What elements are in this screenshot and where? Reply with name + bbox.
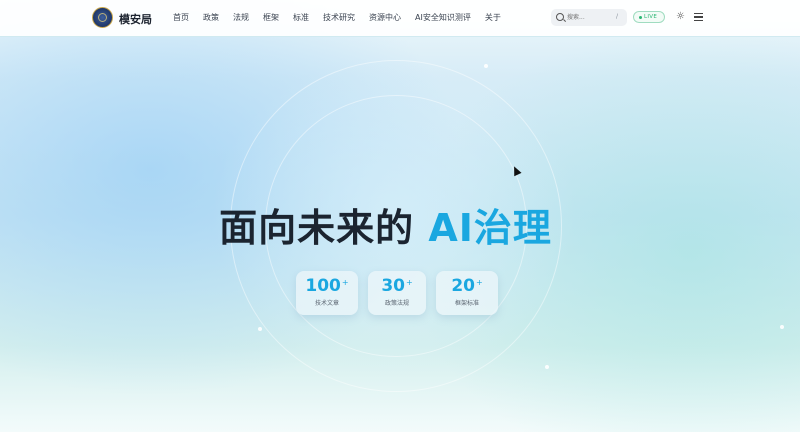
menu-icon[interactable]: [694, 13, 703, 21]
stat-value: 100: [305, 276, 341, 296]
nav-item-research[interactable]: 技术研究: [323, 12, 355, 23]
particle-dot: [484, 64, 488, 68]
live-badge[interactable]: LIVE: [633, 11, 665, 23]
stat-label: 技术文章: [314, 300, 339, 307]
stat-suffix: +: [405, 278, 413, 287]
logo-emblem-icon[interactable]: [92, 7, 113, 28]
main-nav: 首页 政策 法规 框架 标准 技术研究 资源中心 AI安全知识测评 关于: [173, 12, 501, 23]
nav-item-ai-quiz[interactable]: AI安全知识测评: [415, 12, 471, 23]
brand-name[interactable]: 模安局: [119, 11, 152, 27]
nav-item-regulations[interactable]: 法规: [233, 12, 249, 23]
hero-title: 面向未来的 AI治理: [0, 197, 771, 252]
hero-title-accent: AI治理: [428, 206, 552, 250]
stat-card-policies[interactable]: 30+ 政策法规: [368, 271, 426, 315]
stats-row: 100+ 技术文章 30+ 政策法规 20+ 框架标准: [296, 271, 498, 315]
search-shortcut-hint: /: [615, 13, 618, 20]
live-label: LIVE: [644, 14, 658, 20]
stat-card-frameworks[interactable]: 20+ 框架标准: [436, 271, 498, 315]
stat-value: 30: [381, 276, 405, 296]
live-dot-icon: [639, 16, 642, 19]
stat-card-articles[interactable]: 100+ 技术文章: [296, 271, 358, 315]
nav-item-resources[interactable]: 资源中心: [369, 12, 401, 23]
nav-item-frameworks[interactable]: 框架: [263, 12, 279, 23]
nav-item-policy[interactable]: 政策: [203, 12, 219, 23]
particle-dot: [258, 327, 262, 331]
search-input[interactable]: [567, 11, 611, 24]
stat-value: 20: [451, 276, 475, 296]
nav-item-home[interactable]: 首页: [173, 12, 189, 23]
sun-icon[interactable]: ☼: [676, 12, 685, 22]
search-icon: [556, 13, 564, 21]
stat-label: 框架标准: [454, 300, 479, 307]
nav-item-about[interactable]: 关于: [485, 12, 501, 23]
stat-suffix: +: [341, 278, 349, 287]
particle-dot: [780, 325, 784, 329]
stat-suffix: +: [475, 278, 483, 287]
hero-title-main: 面向未来的: [219, 206, 429, 250]
nav-item-standards[interactable]: 标准: [293, 12, 309, 23]
particle-dot: [545, 365, 549, 369]
stat-label: 政策法规: [384, 300, 409, 307]
search-box[interactable]: /: [551, 9, 627, 26]
top-navbar: 模安局 首页 政策 法规 框架 标准 技术研究 资源中心 AI安全知识测评 关于…: [0, 0, 800, 37]
